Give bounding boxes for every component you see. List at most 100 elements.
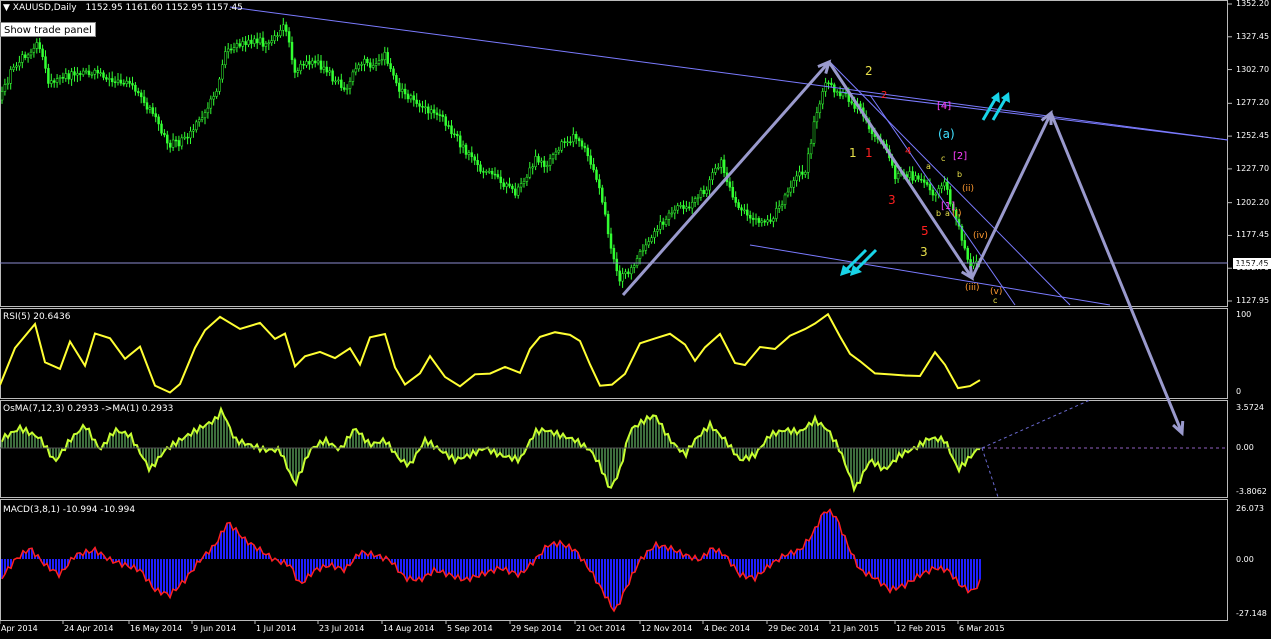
macd-bar — [547, 547, 549, 559]
macd-bar — [484, 559, 486, 576]
macd-bar — [469, 559, 471, 581]
candle-body — [346, 88, 348, 89]
candle-body — [10, 70, 12, 84]
macd-bar — [235, 528, 237, 559]
candle-body — [935, 194, 937, 195]
macd-bar — [649, 550, 651, 559]
candle-body — [546, 165, 548, 166]
candle-body — [529, 168, 531, 177]
candle-body — [746, 210, 748, 215]
osma-bar — [547, 431, 549, 448]
candle-body — [468, 153, 470, 155]
candle-body — [337, 80, 339, 81]
candle-body — [404, 89, 406, 94]
candle-body — [213, 96, 215, 99]
candle-body — [42, 49, 44, 57]
candle-body — [358, 65, 360, 69]
wave-label: 2 — [865, 64, 873, 78]
candle-body — [633, 266, 635, 268]
candle-body — [758, 218, 760, 222]
date-tick: 23 Jul 2014 — [319, 624, 364, 633]
macd-bar — [340, 559, 342, 568]
macd-bar — [229, 523, 231, 559]
candle-body — [656, 229, 658, 231]
macd-bar — [910, 559, 912, 581]
macd-bar — [889, 559, 891, 592]
candle-body — [91, 74, 93, 75]
candle-body — [192, 130, 194, 131]
price-axis-tick: 1352.20 — [1236, 0, 1269, 8]
macd-bar — [454, 559, 456, 579]
osma-bar — [652, 415, 654, 448]
wave-label: 5 — [921, 224, 929, 238]
macd-bar — [247, 545, 249, 559]
candle-body — [627, 272, 629, 274]
candle-body — [166, 135, 168, 143]
candle-body — [648, 242, 650, 245]
candle-body — [242, 41, 244, 46]
candle-body — [523, 181, 525, 183]
macd-bar — [748, 559, 750, 576]
osma-bar — [460, 448, 462, 459]
candle-body — [224, 52, 226, 65]
candle-body — [944, 182, 946, 186]
candle-body — [265, 43, 267, 46]
candle-body — [413, 96, 415, 100]
candle-body — [790, 187, 792, 192]
macd-bar — [751, 559, 753, 576]
candle-body — [477, 160, 479, 164]
osma-bar — [181, 440, 183, 448]
osma-bar — [7, 438, 9, 448]
osma-bar — [112, 435, 114, 448]
candle-body — [187, 137, 189, 138]
candle-body — [190, 131, 192, 138]
osma-bar — [784, 431, 786, 448]
macd-bar — [178, 559, 180, 587]
macd-bar — [301, 559, 303, 583]
osma-bar — [16, 431, 18, 448]
candle-body — [598, 180, 600, 188]
candle-body — [639, 252, 641, 259]
candle-body — [494, 174, 496, 175]
date-tick: Apr 2014 — [1, 624, 38, 633]
macd-bar — [964, 559, 966, 585]
macd-bar — [874, 559, 876, 579]
macd-bar — [604, 559, 606, 598]
macd-axis-bottom: -27.148 — [1236, 609, 1267, 618]
osma-bar — [289, 448, 291, 473]
candle-body — [236, 44, 238, 48]
osma-bar — [775, 435, 777, 448]
candle-body — [30, 52, 32, 55]
candle-body — [526, 177, 528, 181]
macd-bar — [961, 559, 963, 587]
candle-body — [665, 219, 667, 224]
symbol-menu-arrow[interactable]: ▼ — [3, 3, 10, 13]
candle-body — [387, 52, 389, 63]
candle-body — [395, 75, 397, 83]
candle-body — [108, 78, 110, 79]
candle-body — [601, 188, 603, 202]
candle-body — [245, 41, 247, 44]
wave-label: 1 — [849, 146, 857, 160]
show-trade-panel-button[interactable]: Show trade panel — [0, 22, 96, 37]
wave-label: [4] — [937, 101, 951, 112]
osma-bar — [217, 419, 219, 448]
candle-body — [114, 82, 116, 83]
macd-bar — [451, 559, 453, 575]
descending-channel-upper — [830, 62, 1070, 305]
osma-bar — [31, 432, 33, 448]
candle-body — [201, 118, 203, 120]
candle-body — [894, 165, 896, 178]
candle-body — [485, 171, 487, 172]
lower-channel-line — [750, 245, 1110, 305]
candle-body — [126, 81, 128, 84]
candle-body — [552, 155, 554, 159]
macd-bar — [61, 559, 63, 570]
macd-bar — [616, 559, 618, 605]
osma-title: OsMA(7,12,3) 0.2933 ->MA(1) 0.2933 — [3, 404, 173, 414]
macd-bar — [316, 559, 318, 568]
macd-bar — [163, 559, 165, 592]
macd-title: MACD(3,8,1) -10.994 -10.994 — [3, 505, 135, 515]
macd-bar — [946, 559, 948, 569]
candle-body — [198, 120, 200, 122]
